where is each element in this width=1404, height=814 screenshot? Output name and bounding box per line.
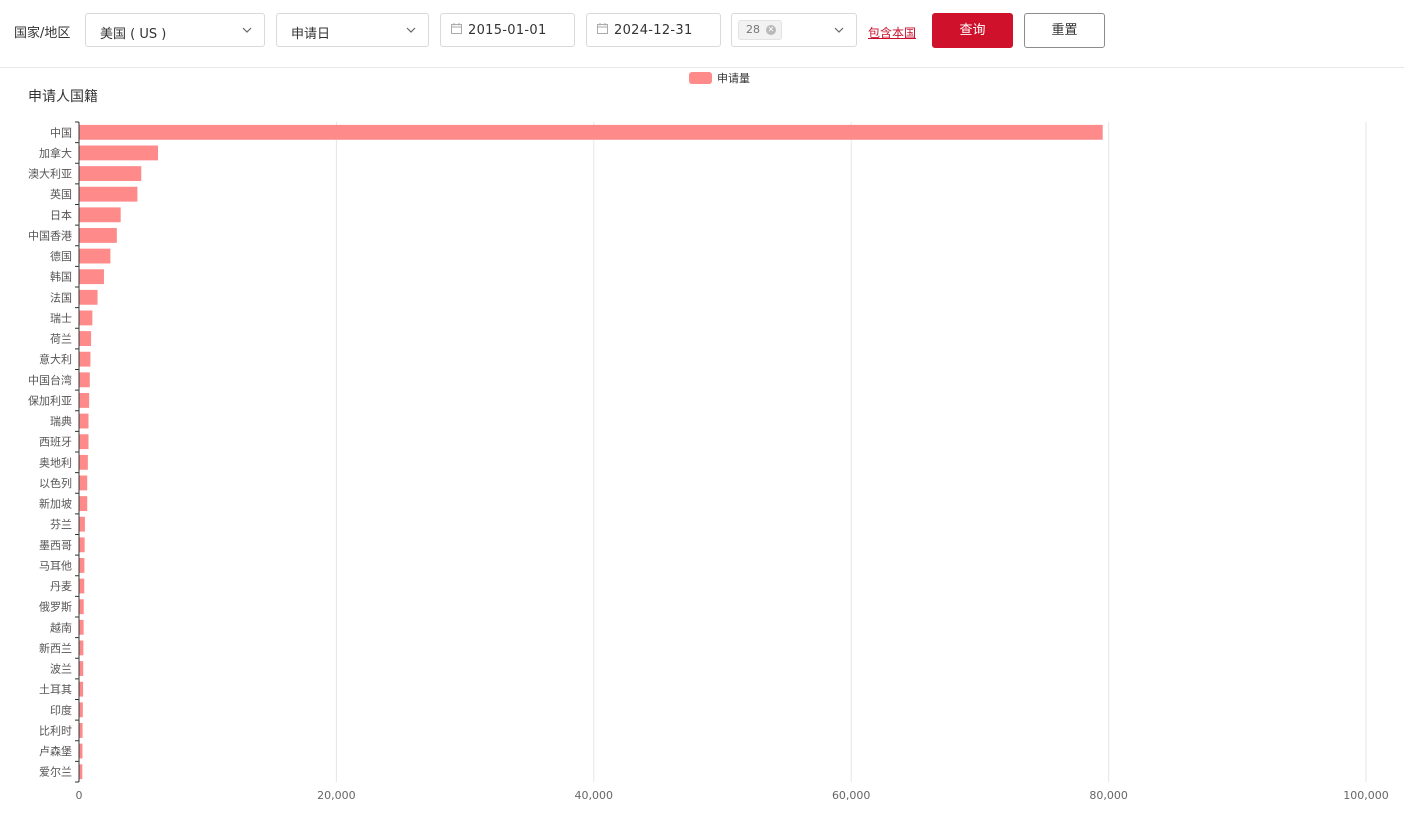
bar: [79, 207, 121, 223]
y-tick-label: 越南: [50, 620, 72, 634]
x-tick-label: 60,000: [832, 789, 871, 802]
y-tick-label: 德国: [50, 249, 72, 263]
y-tick-label: 丹麦: [50, 580, 72, 593]
y-tick-label: 澳大利亚: [28, 167, 72, 181]
bar: [79, 764, 83, 780]
y-tick-label: 以色列: [39, 476, 72, 490]
y-tick-label: 奥地利: [39, 455, 72, 469]
y-tick-label: 卢森堡: [39, 744, 72, 758]
bar: [79, 393, 90, 408]
bar: [79, 743, 83, 759]
bar: [79, 702, 83, 718]
y-tick-label: 中国: [50, 126, 72, 139]
y-tick-label: 墨西哥: [39, 539, 72, 552]
y-tick-label: 中国台湾: [28, 373, 72, 387]
x-tick-label: 40,000: [575, 789, 614, 802]
bar: [79, 413, 89, 429]
y-tick-label: 印度: [50, 703, 72, 717]
bar: [79, 124, 1103, 140]
y-tick-label: 波兰: [50, 663, 72, 676]
x-tick-label: 100,000: [1343, 789, 1389, 802]
y-tick-label: 土耳其: [39, 683, 72, 696]
y-tick-label: 荷兰: [50, 333, 72, 346]
y-tick-label: 芬兰: [50, 518, 72, 531]
y-tick-label: 英国: [50, 187, 72, 201]
bar: [79, 248, 111, 264]
y-tick-label: 瑞士: [50, 311, 72, 325]
bar: [79, 558, 85, 573]
y-tick-label: 日本: [50, 208, 72, 222]
bar: [79, 537, 85, 553]
bar: [79, 454, 88, 470]
bar: [79, 578, 85, 594]
y-tick-label: 新西兰: [39, 641, 72, 655]
y-tick-label: 俄罗斯: [39, 601, 72, 614]
bar: [79, 599, 84, 615]
y-tick-label: 西班牙: [39, 436, 72, 449]
bar: [79, 516, 85, 532]
bar: [79, 661, 84, 676]
bar: [79, 269, 104, 285]
bar: [79, 228, 117, 243]
y-tick-label: 韩国: [50, 270, 72, 284]
y-tick-label: 加拿大: [39, 146, 72, 160]
bar: [79, 372, 90, 388]
y-tick-label: 马耳他: [39, 559, 72, 572]
y-tick-label: 爱尔兰: [39, 766, 72, 779]
y-tick-label: 比利时: [39, 724, 72, 737]
bar: [79, 289, 98, 305]
bar: [79, 496, 88, 511]
y-tick-label: 瑞典: [50, 414, 72, 428]
y-tick-label: 新加坡: [39, 497, 72, 511]
y-tick-label: 保加利亚: [28, 393, 72, 407]
x-tick-label: 0: [76, 789, 83, 802]
bar: [79, 475, 88, 491]
bar: [79, 723, 83, 738]
bar: [79, 351, 91, 367]
y-tick-label: 法国: [50, 290, 72, 304]
bar: [79, 619, 84, 635]
bar: [79, 640, 84, 656]
bar-chart: 0 20,000 40,000 60,000 80,000 100,000 中国加拿大澳大利…: [28, 121, 1389, 802]
y-tick-label: 意大利: [39, 352, 72, 366]
bar: [79, 681, 84, 697]
y-tick-label: 中国香港: [28, 229, 72, 242]
bar: [79, 145, 159, 161]
bar: [79, 166, 142, 181]
bar: [79, 310, 93, 326]
x-tick-label: 80,000: [1089, 789, 1128, 802]
x-tick-label: 20,000: [317, 789, 356, 802]
bar: [79, 331, 92, 346]
bar: [79, 186, 138, 202]
bar: [79, 434, 89, 450]
